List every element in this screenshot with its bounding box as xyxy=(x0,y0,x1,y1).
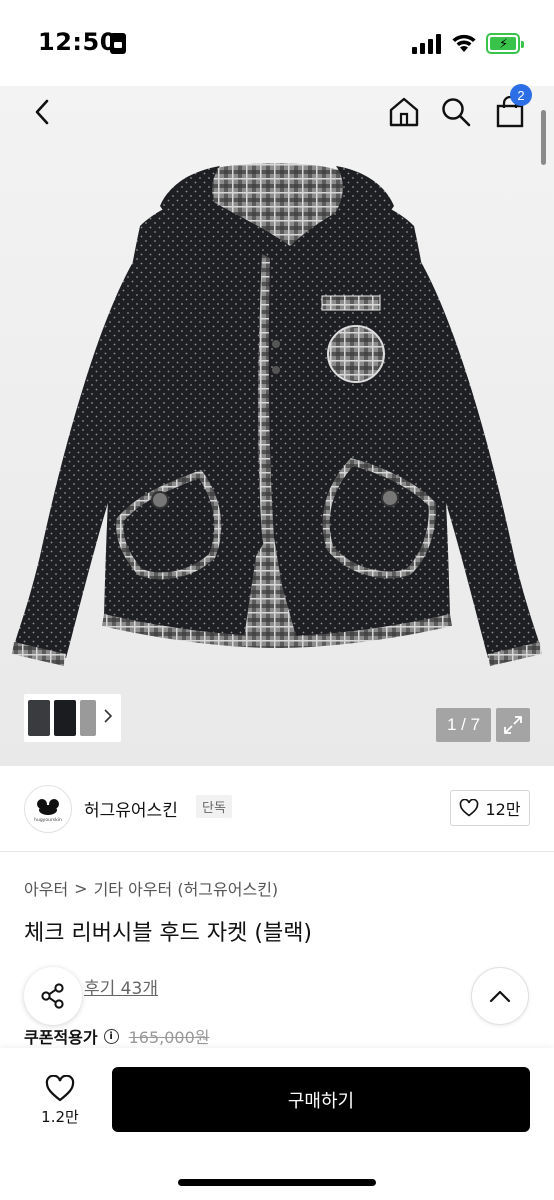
original-price: 165,000원 xyxy=(128,1028,210,1047)
brand-like-count: 12만 xyxy=(485,800,521,819)
thumbnail-image[interactable] xyxy=(54,700,76,736)
buy-button[interactable]: 구매하기 xyxy=(112,1067,530,1132)
brand-logo[interactable]: hugyourskin xyxy=(24,785,72,833)
sim-card-icon xyxy=(110,33,126,54)
search-icon xyxy=(442,98,471,127)
brand-like-button[interactable]: 12만 xyxy=(450,790,530,826)
breadcrumb: 아우터 > 기타 아우터 (허그유어스킨) xyxy=(24,876,278,900)
image-page-counter: 1 / 7 xyxy=(436,708,491,742)
jacket-image xyxy=(12,163,542,666)
home-button[interactable] xyxy=(382,90,426,134)
product-title: 체크 리버시블 후드 자켓 (블랙) xyxy=(24,921,313,946)
product-image-gallery[interactable] xyxy=(0,86,554,766)
share-button[interactable] xyxy=(24,967,82,1025)
cellular-signal-icon xyxy=(412,34,442,54)
price-row: 쿠폰적용가 i 165,000원 xyxy=(24,1024,210,1048)
home-icon xyxy=(389,97,419,127)
brand-row: hugyourskin 허그유어스킨 단독 12만 xyxy=(0,768,554,852)
heart-icon xyxy=(45,1075,75,1102)
breadcrumb-separator: > xyxy=(74,878,88,898)
breadcrumb-category[interactable]: 아우터 xyxy=(24,876,68,900)
status-bar: 12:50 ⚡ xyxy=(0,0,554,86)
back-button[interactable] xyxy=(20,90,64,134)
coupon-price-label: 쿠폰적용가 xyxy=(24,1028,98,1047)
exclusive-tag: 단독 xyxy=(196,795,232,818)
status-time: 12:50 xyxy=(38,28,117,56)
cart-button[interactable]: 2 xyxy=(488,84,532,134)
wishlist-button[interactable]: 1.2만 xyxy=(24,1068,96,1134)
review-link[interactable]: 후기 43개 xyxy=(84,974,158,999)
expand-button[interactable] xyxy=(496,708,530,742)
thumbnail-image[interactable] xyxy=(28,700,50,736)
top-navigation: 2 xyxy=(0,84,554,142)
thumbnail-image[interactable] xyxy=(80,700,96,736)
wishlist-count: 1.2만 xyxy=(41,1108,79,1126)
home-indicator xyxy=(178,1179,376,1186)
scroll-indicator xyxy=(541,110,546,165)
wifi-icon xyxy=(452,34,476,52)
back-icon xyxy=(35,99,49,125)
svg-text:hugyourskin: hugyourskin xyxy=(34,817,62,823)
heart-icon xyxy=(460,799,479,817)
share-icon xyxy=(41,983,64,1009)
scroll-to-top-button[interactable] xyxy=(471,967,529,1025)
chevron-up-icon xyxy=(489,990,511,1003)
bottom-action-bar: 1.2만 구매하기 xyxy=(0,1048,554,1200)
chevron-right-icon[interactable] xyxy=(103,708,113,724)
brand-name[interactable]: 허그유어스킨 xyxy=(84,796,178,821)
breadcrumb-subcategory[interactable]: 기타 아우터 (허그유어스킨) xyxy=(94,876,279,900)
cart-count-badge: 2 xyxy=(510,84,532,106)
info-icon[interactable]: i xyxy=(103,1028,119,1044)
thumbnail-strip[interactable] xyxy=(24,694,121,742)
battery-icon: ⚡ xyxy=(486,33,524,54)
search-button[interactable] xyxy=(434,90,478,134)
expand-icon xyxy=(504,716,522,734)
